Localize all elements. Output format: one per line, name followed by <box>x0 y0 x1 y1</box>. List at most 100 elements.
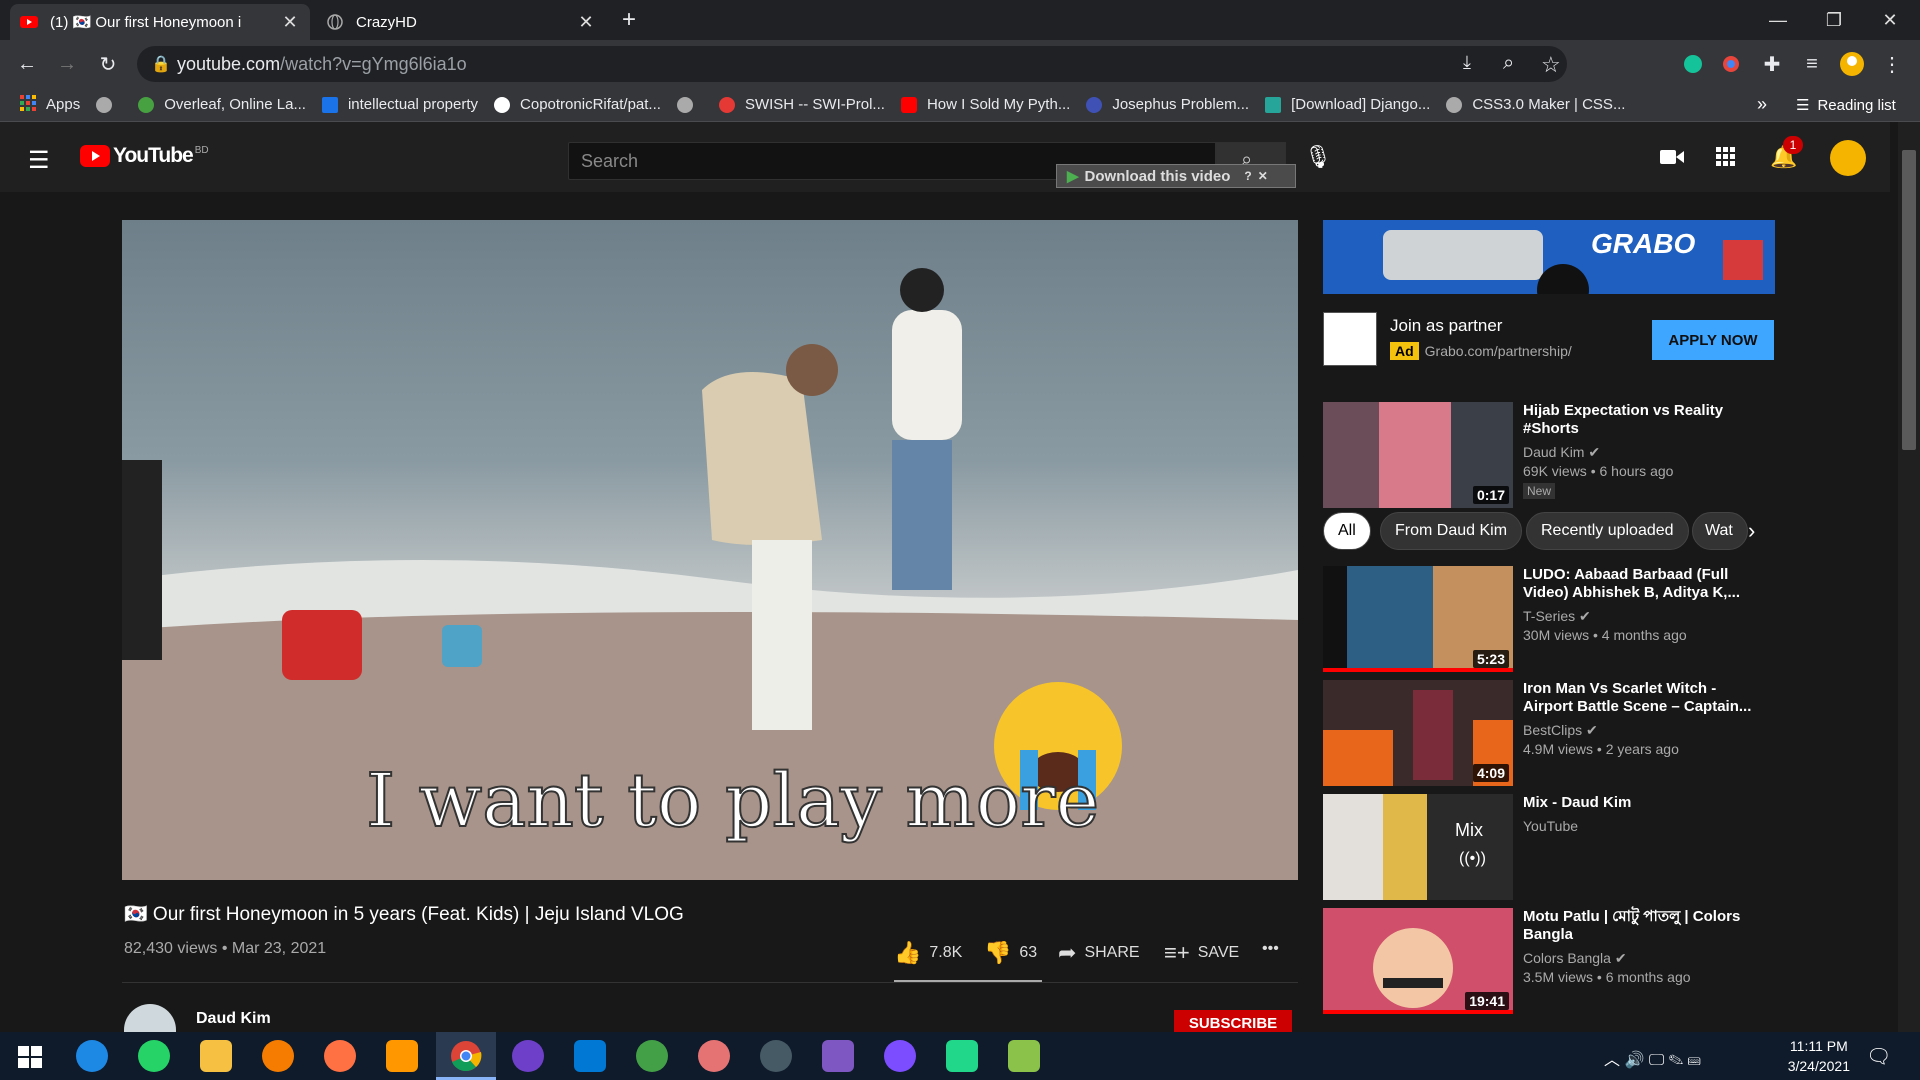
more-icon: ••• <box>1262 940 1279 957</box>
install-icon[interactable]: ⤓ <box>1463 52 1471 73</box>
grammarly-extension-icon[interactable] <box>1681 52 1705 76</box>
chip-from-daud-kim[interactable]: From Daud Kim <box>1380 512 1523 550</box>
pycharm-icon[interactable] <box>946 1040 978 1072</box>
windows-taskbar: ︿ 🔊 🖵 ✎ ⌨ 11:11 PM 3/24/2021 🗨 <box>0 1032 1920 1080</box>
chevron-right-icon[interactable]: › <box>1748 518 1755 544</box>
dislike-button[interactable]: 👎 63 <box>984 940 1037 966</box>
bookmark-item[interactable]: Overleaf, Online La... <box>138 96 306 113</box>
bookmark-item[interactable]: SWISH -- SWI-Prol... <box>718 96 885 113</box>
app-icon[interactable] <box>636 1040 668 1072</box>
app-icon[interactable] <box>698 1040 730 1072</box>
share-button[interactable]: ➦ SHARE <box>1058 940 1140 966</box>
whatsapp-icon[interactable] <box>138 1040 170 1072</box>
video-info: Mix - Daud Kim YouTube <box>1523 794 1763 834</box>
video-info: Iron Man Vs Scarlet Witch - Airport Batt… <box>1523 680 1763 757</box>
chip-watched[interactable]: Wat <box>1692 512 1748 550</box>
create-video-icon[interactable] <box>1660 148 1684 171</box>
globe-icon <box>676 96 693 113</box>
bookmark-item[interactable]: [Download] Django... <box>1265 96 1430 113</box>
chrome-menu-icon[interactable]: ⋮ <box>1880 52 1904 76</box>
new-tab-button[interactable]: + <box>622 6 636 34</box>
zoom-icon[interactable]: ⌕ <box>1503 52 1514 75</box>
more-actions-button[interactable]: ••• <box>1262 940 1279 958</box>
restore-icon[interactable]: ❐ <box>1806 0 1862 40</box>
subscribe-button[interactable]: SUBSCRIBE <box>1174 1010 1292 1032</box>
notification-center-icon[interactable]: 🗨 <box>1866 1044 1891 1069</box>
firefox-icon[interactable] <box>324 1040 356 1072</box>
chrome-taskbar-active[interactable] <box>436 1032 496 1080</box>
scrollbar-thumb[interactable] <box>1902 150 1916 450</box>
app-icon[interactable] <box>1008 1040 1040 1072</box>
video-player[interactable]: I want to play more <box>122 220 1298 880</box>
help-icon[interactable]: ? <box>1244 169 1251 183</box>
forward-icon[interactable]: → <box>55 52 79 76</box>
reload-icon[interactable]: ↻ <box>96 52 120 76</box>
youtube-logo[interactable]: YouTube BD <box>80 144 209 168</box>
hamburger-menu-icon[interactable]: ☰ <box>28 146 50 175</box>
channel-name: YouTube <box>1523 818 1579 834</box>
video-caption: I want to play more <box>365 757 1100 845</box>
bookmark-item[interactable] <box>96 96 122 113</box>
bookmark-apps[interactable]: Apps <box>20 94 80 115</box>
channel-avatar[interactable] <box>124 1004 176 1032</box>
github-desktop-icon[interactable] <box>512 1040 544 1072</box>
app-icon[interactable] <box>760 1040 792 1072</box>
recommended-video[interactable]: 19:41 Motu Patlu | মোটু পাতলু | Colors B… <box>1323 908 1773 1016</box>
chip-recently-uploaded[interactable]: Recently uploaded <box>1526 512 1689 550</box>
channel-name[interactable]: Daud Kim <box>196 1010 271 1028</box>
gallery-app-icon[interactable] <box>386 1040 418 1072</box>
minimize-icon[interactable]: — <box>1750 0 1806 40</box>
reading-list-button[interactable]: ☰ Reading list <box>1796 96 1896 115</box>
recommended-video[interactable]: 4:09 Iron Man Vs Scarlet Witch - Airport… <box>1323 680 1773 788</box>
media-control-icon[interactable]: ≡ <box>1800 52 1824 76</box>
playlist-add-icon: ≡+ <box>1164 940 1190 965</box>
recommended-mix[interactable]: Mix ((•)) Mix - Daud Kim YouTube <box>1323 794 1773 902</box>
start-windows-icon[interactable] <box>14 1040 46 1072</box>
user-avatar[interactable] <box>1830 140 1866 176</box>
vscode-icon[interactable] <box>574 1040 606 1072</box>
file-explorer-icon[interactable] <box>200 1040 232 1072</box>
apps-grid-icon[interactable] <box>1716 147 1736 172</box>
save-label: SAVE <box>1197 944 1240 961</box>
extension-icon[interactable] <box>1719 52 1743 76</box>
extensions-puzzle-icon[interactable]: ✚ <box>1760 52 1784 76</box>
bookmark-item[interactable] <box>676 96 703 113</box>
microphone-icon[interactable]: 🎙 <box>1304 144 1332 170</box>
cortana-icon[interactable] <box>76 1040 108 1072</box>
recommended-video[interactable]: 5:23 LUDO: Aabaad Barbaad (Full Video) A… <box>1323 566 1773 674</box>
system-tray-icons[interactable]: ︿ 🔊 🖵 ✎ ⌨ <box>1604 1046 1701 1070</box>
bookmark-item[interactable]: CSS3.0 Maker | CSS... <box>1446 96 1625 113</box>
mix-label: Mix <box>1455 820 1483 840</box>
bookmark-label: intellectual property <box>347 96 479 113</box>
ad-banner[interactable]: GRABO <box>1323 220 1775 294</box>
profile-avatar-icon[interactable] <box>1840 52 1864 76</box>
bookmark-item[interactable]: Josephus Problem... <box>1086 96 1249 113</box>
bookmark-item[interactable]: CopotronicRifat/pat... <box>494 96 661 113</box>
close-window-icon[interactable]: ✕ <box>1862 0 1918 40</box>
messenger-icon[interactable] <box>884 1040 916 1072</box>
tab-crazyhd[interactable]: CrazyHD ✕ <box>316 4 606 40</box>
chip-all[interactable]: All <box>1323 512 1371 550</box>
page-scrollbar[interactable] <box>1898 122 1920 1032</box>
bookmark-item[interactable]: How I Sold My Pyth... <box>900 96 1070 113</box>
bookmark-star-icon[interactable]: ☆ <box>1541 52 1561 78</box>
tab-youtube[interactable]: (1) 🇰🇷 Our first Honeymoon i ✕ <box>10 4 310 40</box>
apply-now-button[interactable]: APPLY NOW <box>1652 320 1774 360</box>
download-video-banner[interactable]: ▶ Download this video ? ✕ <box>1056 164 1296 188</box>
brave-browser-icon[interactable] <box>262 1040 294 1072</box>
close-icon[interactable]: ✕ <box>1258 169 1268 183</box>
s-icon <box>321 96 338 113</box>
verified-icon: ✔ <box>1614 950 1627 966</box>
clock[interactable]: 11:11 PM 3/24/2021 <box>1788 1036 1850 1076</box>
bookmark-item[interactable]: intellectual property <box>321 96 479 113</box>
save-button[interactable]: ≡+ SAVE <box>1164 940 1239 966</box>
bookmarks-overflow-icon[interactable]: » <box>1757 94 1767 115</box>
visual-studio-icon[interactable] <box>822 1040 854 1072</box>
like-button[interactable]: 👍 7.8K <box>894 940 962 966</box>
close-tab-icon[interactable]: ✕ <box>280 12 300 33</box>
recommended-video[interactable]: 0:17 Hijab Expectation vs Reality #Short… <box>1323 402 1773 510</box>
back-icon[interactable]: ← <box>15 52 39 76</box>
close-tab-icon[interactable]: ✕ <box>576 12 596 33</box>
video-info: Hijab Expectation vs Reality #Shorts Dau… <box>1523 402 1763 500</box>
address-bar[interactable]: 🔒 youtube.com/watch?v=gYmg6l6ia1o ☆ ⌕ ⤓ <box>137 46 1567 82</box>
